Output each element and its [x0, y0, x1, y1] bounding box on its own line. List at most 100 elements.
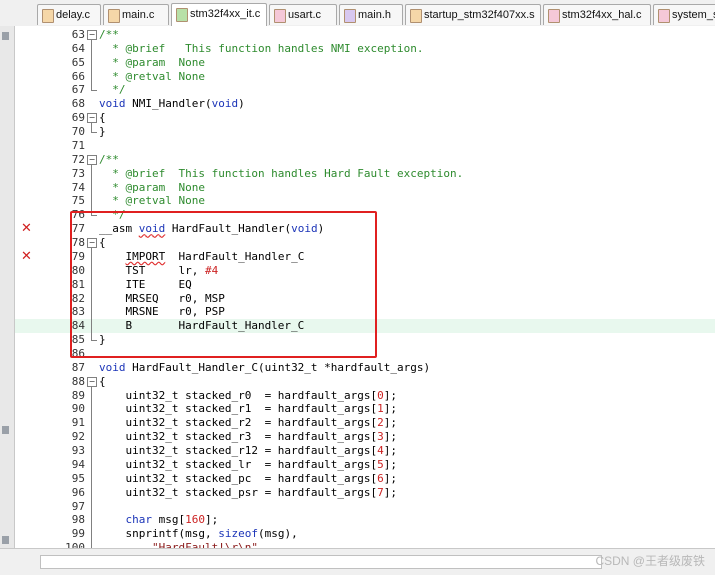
code-line[interactable]: 89 uint32_t stacked_r0 = hardfault_args[… — [15, 389, 715, 403]
tab-label: usart.c — [288, 9, 322, 21]
code-text: uint32_t stacked_psr = hardfault_args[7]… — [99, 485, 398, 499]
code-text: } — [99, 333, 106, 347]
code-text: * @param None — [99, 55, 205, 69]
code-line[interactable]: 75 * @retval None — [15, 194, 715, 208]
code-text: */ — [99, 208, 126, 222]
line-number: 95 — [71, 471, 85, 485]
scroll-up-icon[interactable] — [2, 32, 9, 40]
fold-toggle-icon[interactable]: − — [87, 154, 97, 165]
code-line[interactable]: 72−/** — [15, 153, 715, 167]
code-text: uint32_t stacked_r0 = hardfault_args[0]; — [99, 388, 398, 402]
code-line[interactable]: 68 void NMI_Handler(void) — [15, 97, 715, 111]
tab-label: main.h — [358, 9, 392, 21]
fold-toggle-icon[interactable]: − — [87, 376, 97, 387]
code-editor[interactable]: 63−/** 64 * @brief This function handles … — [15, 26, 715, 548]
tab-stm32f4xx-hal-c[interactable]: stm32f4xx_hal.c — [543, 4, 651, 25]
tab-main-h[interactable]: main.h — [339, 4, 403, 25]
fold-toggle-icon[interactable]: − — [87, 30, 97, 40]
code-line[interactable]: 80 TST lr, #4 — [15, 264, 715, 278]
code-line[interactable]: 66 * @retval None — [15, 70, 715, 84]
code-line[interactable]: 64 * @brief This function handles NMI ex… — [15, 42, 715, 56]
tab-label: stm32f4xx_hal.c — [562, 9, 642, 21]
tab-usart-c[interactable]: usart.c — [269, 4, 337, 25]
code-line[interactable]: 98 char msg[160]; — [15, 513, 715, 527]
code-line[interactable]: 69−{ — [15, 111, 715, 125]
left-scroll-frame[interactable] — [0, 26, 15, 574]
code-line[interactable]: 83 MRSNE r0, PSP — [15, 305, 715, 319]
watermark: CSDN @王者级废铁 — [595, 554, 705, 568]
code-line[interactable]: 70} — [15, 125, 715, 139]
code-line[interactable]: 100 "HardFault!\r\n" — [15, 541, 715, 548]
code-line[interactable]: 87 void HardFault_Handler_C(uint32_t *har… — [15, 361, 715, 375]
fold-end-marker — [91, 90, 97, 92]
code-line[interactable]: 86 — [15, 347, 715, 361]
fold-guide — [91, 123, 92, 133]
line-number: 69 — [71, 111, 85, 125]
code-text: { — [99, 236, 106, 250]
file-icon — [274, 9, 286, 23]
code-line[interactable]: 76 */ — [15, 208, 715, 222]
code-line[interactable]: 96 uint32_t stacked_psr = hardfault_args… — [15, 486, 715, 500]
line-number: 68 — [71, 97, 85, 111]
fold-end-marker — [91, 215, 97, 217]
code-line[interactable]: 63−/** — [15, 28, 715, 42]
file-icon — [658, 9, 670, 23]
fold-guide — [91, 40, 92, 91]
fold-end-marker — [91, 340, 97, 342]
code-text: * @brief This function handles NMI excep… — [99, 41, 424, 55]
code-line[interactable]: 71 — [15, 139, 715, 153]
error-x-icon[interactable]: ✕ — [21, 222, 33, 236]
line-number: 75 — [71, 194, 85, 208]
code-line[interactable]: 94 uint32_t stacked_lr = hardfault_args[… — [15, 458, 715, 472]
line-number: 67 — [71, 83, 85, 97]
fold-end-marker — [91, 132, 97, 134]
line-number: 99 — [71, 527, 85, 541]
code-text: uint32_t stacked_pc = hardfault_args[6]; — [99, 471, 398, 485]
code-line[interactable]: 99 snprintf(msg, sizeof(msg), — [15, 527, 715, 541]
code-line[interactable]: 93 uint32_t stacked_r12 = hardfault_args… — [15, 444, 715, 458]
code-line[interactable]: 67 */ — [15, 83, 715, 97]
code-line[interactable]: 85} — [15, 333, 715, 347]
code-text: { — [99, 374, 106, 388]
scroll-down-icon[interactable] — [2, 536, 9, 544]
line-number: 66 — [71, 69, 85, 83]
tab-startup-stm32f407xx-s[interactable]: startup_stm32f407xx.s — [405, 4, 541, 25]
line-number: 86 — [71, 347, 85, 360]
code-line[interactable]: 81 ITE EQ — [15, 278, 715, 292]
code-line[interactable]: 84 B HardFault_Handler_C — [15, 319, 715, 334]
line-number: 73 — [71, 166, 85, 180]
code-line[interactable]: 74 * @param None — [15, 181, 715, 195]
line-number: 82 — [71, 291, 85, 305]
line-number: 71 — [71, 138, 85, 152]
code-line[interactable]: 78−{ — [15, 236, 715, 250]
code-line[interactable]: 97 — [15, 500, 715, 514]
code-text: char msg[160]; — [125, 513, 219, 527]
fold-toggle-icon[interactable]: − — [87, 238, 97, 249]
file-icon — [548, 9, 560, 23]
code-line[interactable]: 90 uint32_t stacked_r1 = hardfault_args[… — [15, 402, 715, 416]
fold-toggle-icon[interactable]: − — [87, 113, 97, 124]
code-text: "HardFault!\r\n" — [151, 541, 258, 548]
line-number: 80 — [71, 263, 85, 277]
code-text: /** — [99, 28, 119, 41]
code-text: void HardFault_Handler_C(uint32_t *hardf… — [99, 360, 431, 374]
code-line[interactable]: 82 MRSEQ r0, MSP — [15, 292, 715, 306]
code-line[interactable]: 95 uint32_t stacked_pc = hardfault_args[… — [15, 472, 715, 486]
tab-system-stm32f4xx-c[interactable]: system_stm32f4xx.c — [653, 4, 715, 25]
code-line[interactable]: 65 * @param None — [15, 56, 715, 70]
line-number: 88 — [71, 374, 85, 388]
code-line[interactable]: 91 uint32_t stacked_r2 = hardfault_args[… — [15, 416, 715, 430]
code-line[interactable]: ✕ 79 IMPORT HardFault_Handler_C — [15, 249, 715, 264]
code-line[interactable]: 92 uint32_t stacked_r3 = hardfault_args[… — [15, 430, 715, 444]
file-icon — [42, 9, 54, 23]
code-line[interactable]: ✕ 77 __asm void HardFault_Handler(void) — [15, 222, 715, 236]
tab-main-c[interactable]: main.c — [103, 4, 169, 25]
horizontal-scroll-thumb[interactable] — [40, 555, 602, 569]
code-text: } — [99, 125, 106, 139]
tab-delay-c[interactable]: delay.c — [37, 4, 101, 25]
code-line[interactable]: 88−{ — [15, 375, 715, 389]
error-x-icon[interactable]: ✕ — [21, 249, 33, 264]
code-line[interactable]: 73 * @brief This function handles Hard F… — [15, 167, 715, 181]
line-number: 72 — [71, 152, 85, 166]
tab-stm32f4xx-it-c[interactable]: stm32f4xx_it.c — [171, 3, 267, 26]
